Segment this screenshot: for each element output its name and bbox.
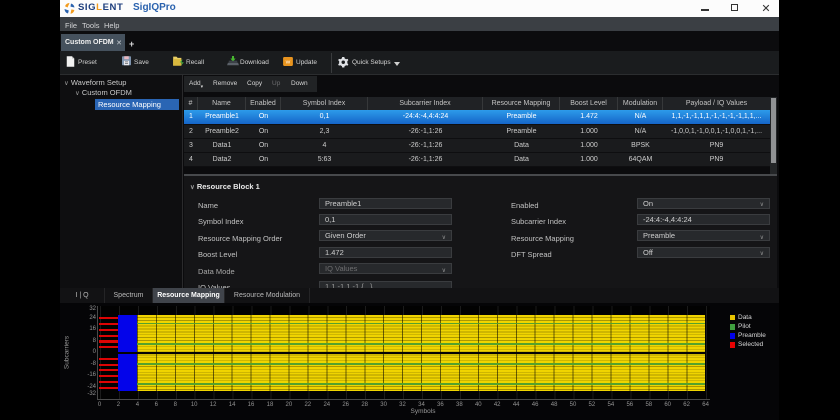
svg-text:W: W (286, 60, 291, 66)
